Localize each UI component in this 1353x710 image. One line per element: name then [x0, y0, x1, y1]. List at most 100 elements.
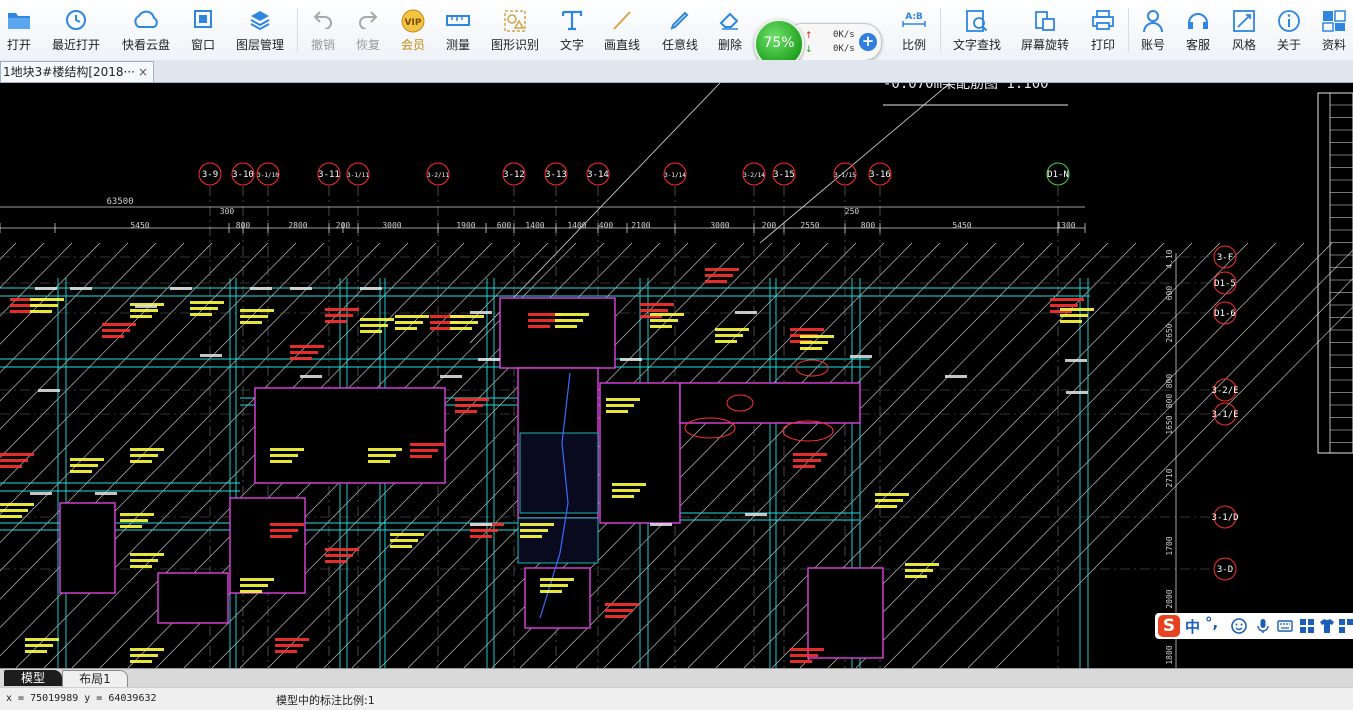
line-button[interactable]: 画直线: [600, 0, 644, 58]
text-button[interactable]: 文字: [555, 0, 589, 58]
vip-button[interactable]: VIP 会员: [396, 0, 430, 58]
layout-tab-bar: 模型 布局1: [0, 668, 1353, 688]
measure-label: 测量: [445, 38, 470, 52]
rebar-note: [800, 347, 822, 350]
beam-label: [650, 523, 672, 526]
rebar-note: [325, 548, 359, 551]
cloud-label: 快看云盘: [121, 38, 170, 52]
cloud-button[interactable]: 快看云盘: [118, 0, 174, 58]
rebar-note: [520, 523, 554, 526]
text-search-button[interactable]: 文字查找: [948, 0, 1006, 58]
rebar-note: [540, 578, 574, 581]
tab-layout1[interactable]: 布局1: [62, 670, 128, 688]
keyboard-icon[interactable]: [1277, 618, 1293, 634]
rebar-note: [10, 310, 32, 313]
close-icon[interactable]: ×: [138, 62, 148, 82]
service-button[interactable]: 客服: [1181, 0, 1215, 58]
main-toolbar: 打开 最近打开 快看云盘 窗口 图层管理 撤销 恢复 VIP 会员 测量 图形识…: [0, 0, 1353, 69]
screen-rotate-button[interactable]: 屏幕旋转: [1016, 0, 1074, 58]
account-button[interactable]: 账号: [1136, 0, 1170, 58]
beam-label: [735, 311, 757, 314]
rebar-note: [325, 560, 347, 563]
about-label: 关于: [1276, 38, 1301, 52]
beam-label: [170, 287, 192, 290]
line-tool-icon: [613, 11, 631, 30]
sogou-logo-icon[interactable]: S: [1158, 615, 1180, 637]
hatch-line: [687, 242, 1109, 668]
rebar-note: [120, 513, 154, 516]
freeline-button[interactable]: 任意线: [658, 0, 702, 58]
ime-punctuation-toggle[interactable]: °,: [1205, 614, 1218, 632]
recent-label: 最近打开: [51, 38, 100, 52]
skin-shirt-icon[interactable]: [1319, 618, 1335, 634]
title-block-table: [1317, 92, 1353, 454]
measure-button[interactable]: 测量: [441, 0, 475, 58]
resources-button[interactable]: 资料: [1317, 0, 1351, 58]
rebar-note: [705, 274, 733, 277]
scale-label: 比例: [901, 38, 926, 52]
rebar-note: [70, 458, 104, 461]
rebar-note: [540, 584, 568, 587]
style-button[interactable]: 风格: [1227, 0, 1261, 58]
speed-boost-plus-icon[interactable]: +: [859, 33, 877, 51]
rebar-note: [130, 454, 158, 457]
shape-recognition-button[interactable]: 图形识别: [486, 0, 544, 58]
redo-button[interactable]: 恢复: [351, 0, 385, 58]
rebar-note: [390, 539, 418, 542]
emoji-icon[interactable]: [1231, 618, 1247, 634]
rebar-note: [0, 509, 28, 512]
rebar-note: [1060, 320, 1082, 323]
window-button[interactable]: 窗口: [186, 0, 220, 58]
rebar-note: [0, 503, 34, 506]
document-tab[interactable]: 1地块3#楼结构[2018··· ×: [0, 61, 154, 82]
rebar-note: [130, 660, 152, 663]
drawing-canvas[interactable]: 63500 5450 800 2800 200 3000 1900 600 1400 1400 40…: [0, 83, 1353, 668]
erase-button[interactable]: 删除: [713, 0, 747, 58]
rebar-note: [325, 320, 347, 323]
printer-icon: [1092, 10, 1114, 30]
screen-rotate-label: 屏幕旋转: [1020, 38, 1069, 52]
cursor-coordinates: x = 75019989 y = 64039632: [6, 693, 157, 704]
about-button[interactable]: 关于: [1272, 0, 1306, 58]
beam-label: [1066, 391, 1088, 394]
print-button[interactable]: 打印: [1086, 0, 1120, 58]
shear-wall: [524, 567, 591, 629]
dimension-value: 1650: [1165, 415, 1174, 434]
axis-bubble-label: 3-D: [1217, 565, 1233, 575]
grid-menu-icon[interactable]: [1299, 618, 1315, 634]
recent-button[interactable]: 最近打开: [48, 0, 104, 58]
headset-icon: [1188, 13, 1208, 29]
rebar-note: [790, 648, 824, 651]
rebar-note: [325, 554, 353, 557]
axis-bubble-label: 3-1/10: [257, 172, 279, 179]
microphone-icon[interactable]: [1255, 618, 1271, 634]
rebar-note: [715, 328, 749, 331]
toolbox-icon[interactable]: [1338, 618, 1353, 634]
scale-button[interactable]: A:B 比例: [897, 0, 931, 58]
axis-bubble-label: 3-1/D: [1211, 513, 1238, 523]
pen-icon: [670, 11, 689, 30]
rebar-note: [715, 334, 743, 337]
dimension-value: 250: [845, 207, 860, 216]
dimension-value: 300: [220, 207, 235, 216]
text-search-icon: [966, 10, 988, 32]
undo-button[interactable]: 撤销: [306, 0, 340, 58]
dimension-value: 3000: [710, 221, 729, 230]
rebar-note: [0, 465, 22, 468]
dimension-value: 800: [1165, 374, 1174, 389]
layers-button[interactable]: 图层管理: [232, 0, 288, 58]
window-icon: [194, 10, 212, 28]
dimension-value: 2710: [1165, 468, 1174, 487]
input-method-toolbar[interactable]: S 中 °,: [1155, 613, 1353, 639]
dimension-value: 2550: [800, 221, 819, 230]
rebar-note: [270, 448, 304, 451]
resources-icon: [1322, 10, 1346, 32]
ime-language-toggle[interactable]: 中: [1185, 616, 1200, 637]
rebar-note: [555, 313, 589, 316]
axis-bubble-label: 3-13: [545, 170, 567, 180]
axis-bubble-label: D1-5: [1214, 279, 1236, 289]
beam-label: [360, 287, 382, 290]
undo-label: 撤销: [310, 38, 335, 52]
open-button[interactable]: 打开: [2, 0, 36, 58]
tab-model[interactable]: 模型: [4, 670, 62, 686]
